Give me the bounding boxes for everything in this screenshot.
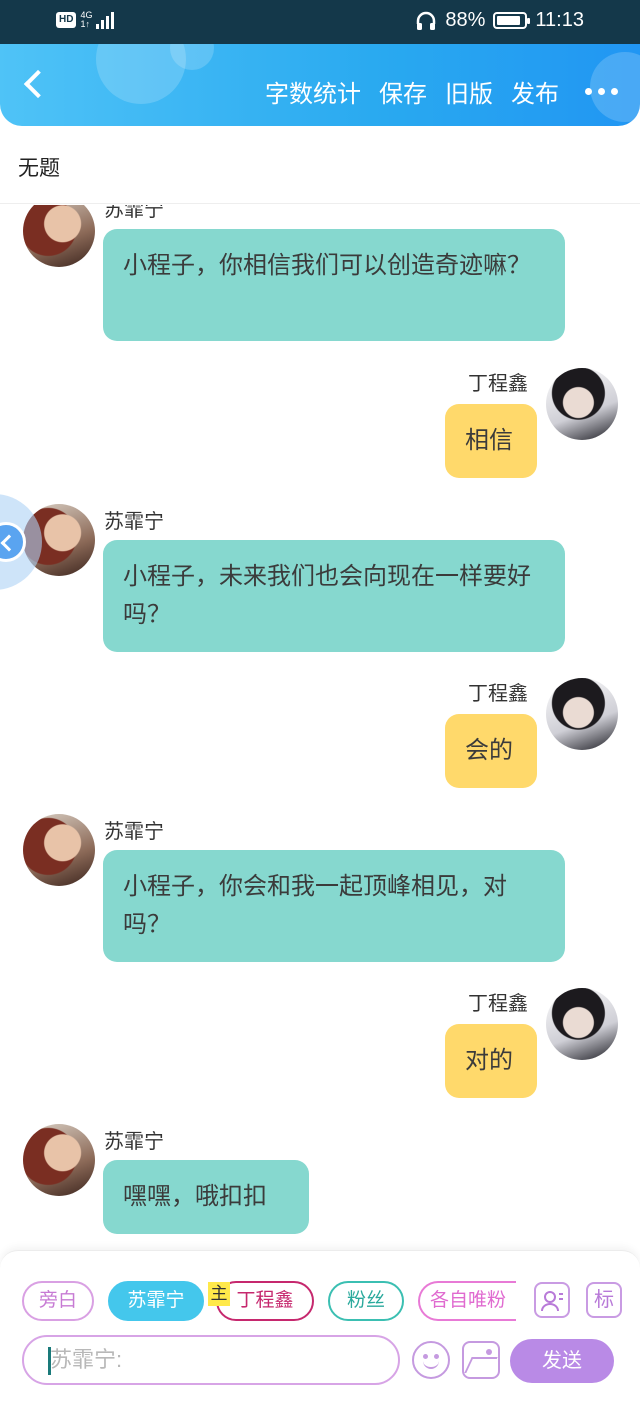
role-chip-fans[interactable]: 粉丝 bbox=[328, 1281, 404, 1321]
story-title: 无题 bbox=[18, 157, 60, 180]
battery-icon bbox=[493, 12, 531, 29]
avatar[interactable] bbox=[23, 1124, 95, 1196]
composer-panel: 旁白 苏霏宁 丁程鑫 粉丝 各自唯粉 标 苏霏宁: 发送 bbox=[0, 1250, 640, 1422]
character-manage-icon[interactable] bbox=[534, 1282, 570, 1318]
message-bubble[interactable]: 小程子，你会和我一起顶峰相见，对吗？ bbox=[103, 850, 565, 962]
headphones-icon bbox=[417, 11, 436, 30]
clock: 11:13 bbox=[535, 9, 584, 31]
avatar[interactable] bbox=[546, 368, 618, 440]
tag-icon[interactable]: 标 bbox=[586, 1282, 622, 1318]
image-icon[interactable] bbox=[462, 1341, 500, 1379]
main-role-badge: 主 bbox=[208, 1282, 230, 1306]
sender-name: 丁程鑫 bbox=[468, 373, 528, 395]
sender-name: 丁程鑫 bbox=[468, 993, 528, 1015]
avatar[interactable] bbox=[23, 205, 95, 267]
role-chip-narrator[interactable]: 旁白 bbox=[22, 1281, 94, 1321]
avatar[interactable] bbox=[23, 814, 95, 886]
send-button[interactable]: 发送 bbox=[510, 1339, 614, 1383]
story-title-row[interactable]: 无题 bbox=[0, 126, 640, 204]
more-icon[interactable] bbox=[585, 88, 618, 95]
message-bubble[interactable]: 相信 bbox=[445, 404, 537, 478]
signal-icon bbox=[96, 11, 115, 29]
old-version-button[interactable]: 旧版 bbox=[445, 74, 493, 109]
battery-percent: 88% bbox=[445, 9, 486, 31]
back-button[interactable] bbox=[18, 66, 52, 104]
role-chip-su-feining[interactable]: 苏霏宁 bbox=[108, 1281, 204, 1321]
chat-list[interactable]: 苏霏宁 小程子，你相信我们可以创造奇迹嘛？ 丁程鑫 相信 苏霏宁 小程子，未来我… bbox=[0, 205, 640, 1250]
text-caret bbox=[48, 1347, 51, 1375]
status-bar: HD 4G 1↑ 88% 11:13 bbox=[0, 0, 640, 44]
word-count-button[interactable]: 字数统计 bbox=[265, 74, 361, 109]
role-chip-solo-fans[interactable]: 各自唯粉 bbox=[418, 1281, 516, 1321]
sender-name: 苏霏宁 bbox=[104, 1131, 164, 1153]
emoji-icon[interactable] bbox=[412, 1341, 450, 1379]
chevron-left-icon bbox=[0, 522, 26, 562]
message-bubble[interactable]: 嘿嘿，哦扣扣 bbox=[103, 1160, 309, 1234]
status-right: 88% 11:13 bbox=[415, 9, 584, 32]
message-input-placeholder: 苏霏宁: bbox=[50, 1347, 123, 1372]
network-indicator: 4G 1↑ bbox=[80, 11, 92, 29]
header-actions: 字数统计 保存 旧版 发布 bbox=[265, 74, 618, 109]
message-input[interactable]: 苏霏宁: bbox=[22, 1335, 400, 1385]
publish-button[interactable]: 发布 bbox=[511, 74, 559, 109]
sender-name: 丁程鑫 bbox=[468, 683, 528, 705]
save-button[interactable]: 保存 bbox=[379, 74, 427, 109]
network-activity: 1↑ bbox=[80, 19, 90, 29]
sender-name: 苏霏宁 bbox=[104, 511, 164, 533]
message-bubble[interactable]: 小程子，你相信我们可以创造奇迹嘛？ bbox=[103, 229, 565, 341]
message-bubble[interactable]: 会的 bbox=[445, 714, 537, 788]
message-bubble[interactable]: 对的 bbox=[445, 1024, 537, 1098]
avatar[interactable] bbox=[546, 678, 618, 750]
avatar[interactable] bbox=[546, 988, 618, 1060]
role-chip-ding-chengxin[interactable]: 丁程鑫 bbox=[216, 1281, 314, 1321]
app-header: 字数统计 保存 旧版 发布 bbox=[0, 44, 640, 126]
message-bubble[interactable]: 小程子，未来我们也会向现在一样要好吗？ bbox=[103, 540, 565, 652]
sender-name: 苏霏宁 bbox=[104, 205, 164, 221]
status-left: HD 4G 1↑ bbox=[56, 11, 115, 29]
hd-badge: HD bbox=[56, 12, 77, 28]
sender-name: 苏霏宁 bbox=[104, 821, 164, 843]
battery-fill bbox=[497, 16, 521, 25]
